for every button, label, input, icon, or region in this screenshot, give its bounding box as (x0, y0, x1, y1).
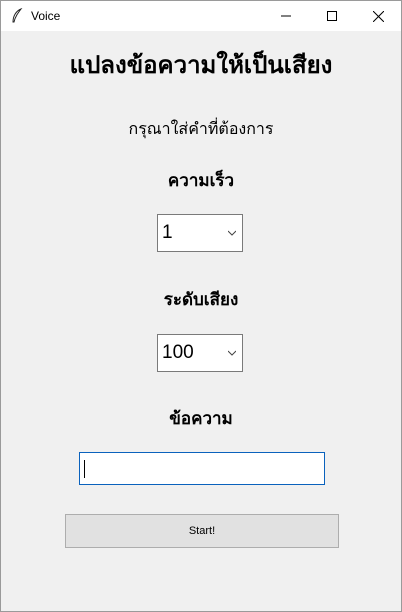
chevron-down-icon (228, 230, 236, 236)
text-caret (84, 460, 85, 478)
chevron-down-icon (228, 350, 236, 356)
close-button[interactable] (355, 1, 401, 31)
speed-select[interactable]: 1 (157, 214, 243, 252)
close-icon (372, 10, 384, 22)
volume-value: 100 (162, 342, 194, 363)
maximize-icon (327, 11, 337, 21)
volume-select[interactable]: 100 (157, 334, 243, 372)
maximize-button[interactable] (309, 1, 355, 31)
message-input[interactable] (79, 452, 325, 485)
message-label: ข้อความ (169, 409, 233, 429)
minimize-button[interactable] (263, 1, 309, 31)
start-button[interactable]: Start! (65, 514, 339, 548)
page-title: แปลงข้อความให้เป็นเสียง (69, 51, 333, 79)
minimize-icon (281, 15, 291, 17)
window-title: Voice (31, 9, 61, 23)
title-bar[interactable]: Voice (1, 1, 401, 31)
volume-label: ระดับเสียง (163, 290, 239, 310)
speed-label: ความเร็ว (167, 171, 235, 191)
instruction-text: กรุณาใส่คำที่ต้องการ (128, 119, 274, 138)
app-window: Voice แปลงข้อความให้เป็นเสียง กรุณาใส่คำ… (0, 0, 402, 612)
feather-icon (12, 8, 23, 23)
speed-value: 1 (162, 222, 173, 243)
